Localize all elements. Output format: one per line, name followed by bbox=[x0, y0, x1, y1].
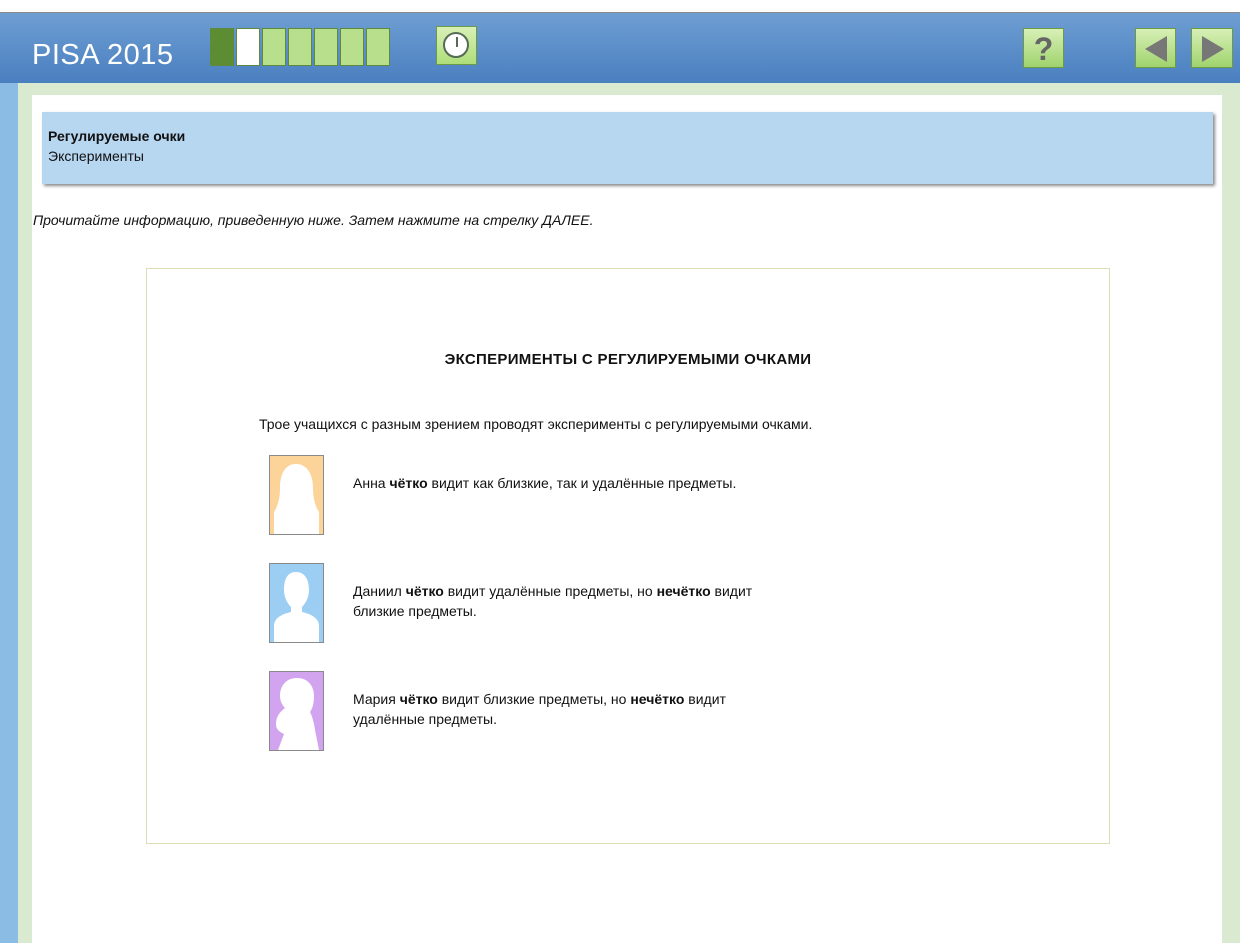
progress-segment bbox=[236, 28, 260, 66]
app-header: PISA 2015 ? bbox=[0, 13, 1240, 83]
stimulus-box: ЭКСПЕРИМЕНТЫ С РЕГУЛИРУЕМЫМИ ОЧКАМИ Трое… bbox=[146, 268, 1110, 844]
stimulus-intro: Трое учащихся с разным зрением проводят … bbox=[259, 416, 813, 432]
person-text-anna: Анна чётко видит как близкие, так и удал… bbox=[353, 475, 737, 491]
next-button[interactable] bbox=[1191, 28, 1233, 68]
timer-button[interactable] bbox=[436, 26, 477, 65]
help-icon: ? bbox=[1033, 31, 1054, 67]
stimulus-heading: ЭКСПЕРИМЕНТЫ С РЕГУЛИРУЕМЫМИ ОЧКАМИ bbox=[444, 351, 812, 368]
arrow-left-icon bbox=[1145, 36, 1167, 62]
progress-bar bbox=[210, 28, 392, 66]
person-text-daniil: Даниил чётко видит удалённые предметы, н… bbox=[353, 583, 753, 619]
progress-segment bbox=[314, 28, 338, 66]
instruction-text: Прочитайте информацию, приведенную ниже.… bbox=[33, 212, 594, 228]
arrow-right-icon bbox=[1202, 36, 1224, 62]
unit-subtitle: Эксперименты bbox=[48, 148, 144, 164]
avatar-maria bbox=[269, 671, 324, 751]
unit-title: Регулируемые очки bbox=[48, 128, 186, 144]
unit-title-bar: Регулируемые очки Эксперименты bbox=[42, 112, 1213, 184]
female-silhouette-icon bbox=[270, 456, 323, 534]
help-button[interactable]: ? bbox=[1023, 28, 1064, 68]
app-title: PISA 2015 bbox=[32, 39, 174, 71]
back-button[interactable] bbox=[1135, 28, 1176, 68]
male-silhouette-icon bbox=[270, 564, 323, 642]
window-top-edge bbox=[0, 0, 1240, 13]
progress-segment bbox=[210, 28, 234, 66]
female-silhouette-icon bbox=[270, 672, 323, 750]
timer-icon bbox=[443, 32, 469, 58]
progress-segment bbox=[262, 28, 286, 66]
progress-segment bbox=[340, 28, 364, 66]
progress-segment bbox=[288, 28, 312, 66]
left-border bbox=[0, 83, 18, 943]
progress-segment bbox=[366, 28, 390, 66]
avatar-anna bbox=[269, 455, 324, 535]
person-text-maria: Мария чётко видит близкие предметы, но н… bbox=[353, 691, 726, 727]
avatar-daniil bbox=[269, 563, 324, 643]
